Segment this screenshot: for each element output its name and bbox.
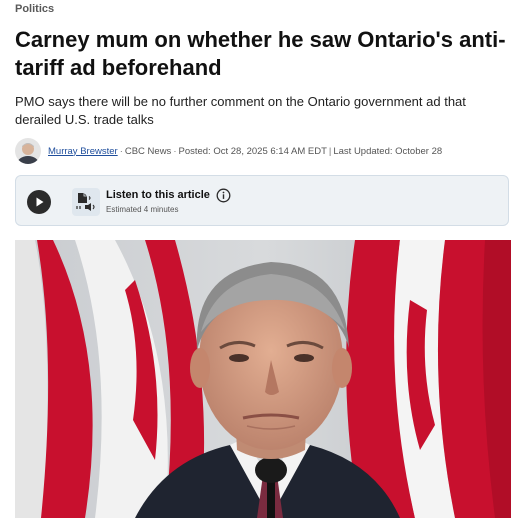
section-label[interactable]: Politics	[15, 3, 54, 15]
listen-estimate: Estimated 4 minutes	[106, 205, 179, 214]
byline-updated: Last Updated: October 28	[333, 145, 443, 157]
byline-source: CBC News	[124, 145, 172, 157]
document-audio-icon	[72, 188, 100, 216]
author-avatar[interactable]	[15, 138, 41, 164]
byline: Murray Brewster · CBC News · Posted: Oct…	[15, 136, 515, 166]
author-link[interactable]: Murray Brewster	[48, 146, 118, 157]
play-icon	[36, 197, 44, 207]
info-icon[interactable]	[216, 188, 231, 203]
listen-to-article-player: Listen to this article Estimated 4 minut…	[15, 175, 509, 226]
article-hero-photo	[15, 240, 511, 518]
headline: Carney mum on whether he saw Ontario's a…	[15, 27, 506, 80]
listen-title[interactable]: Listen to this article	[106, 189, 210, 201]
play-button[interactable]	[27, 190, 51, 214]
byline-separator: ·	[173, 145, 177, 157]
article-deck: PMO says there will be no further commen…	[15, 94, 466, 127]
byline-posted: Posted: Oct 28, 2025 6:14 AM EDT	[178, 145, 327, 157]
byline-separator: ·	[119, 145, 123, 157]
byline-separator: |	[328, 145, 332, 157]
